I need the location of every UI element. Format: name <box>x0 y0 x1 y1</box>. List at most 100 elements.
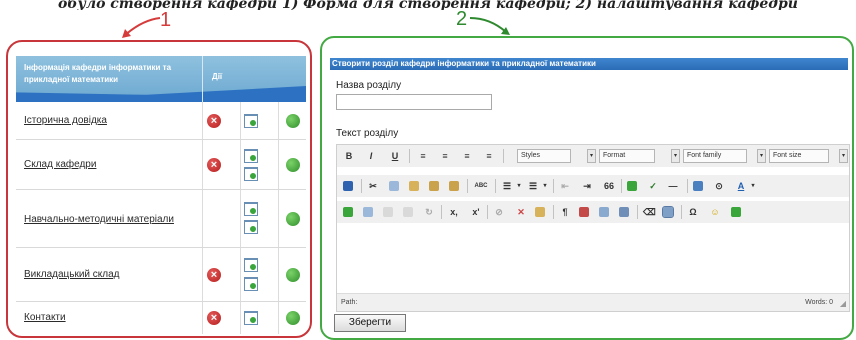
toolbar-row-2: ✂ ABC ☰ ▾ ☰ ▾ ⇤ ⇥ 66 ✓ — ⊙ A ▾ <box>337 175 849 197</box>
table-row: Викладацький склад × <box>16 248 306 302</box>
text-color-dropdown-icon[interactable]: ▾ <box>747 180 759 192</box>
strike-icon[interactable]: ✕ <box>515 206 527 218</box>
superscript-button[interactable]: x' <box>469 206 483 218</box>
text-color-button[interactable]: A <box>735 180 747 192</box>
insert-pdf-icon[interactable] <box>579 207 589 217</box>
section-link[interactable]: Контакти <box>24 312 66 323</box>
status-ok-icon[interactable] <box>286 114 300 128</box>
replace-icon[interactable]: ↻ <box>423 206 435 218</box>
delete-icon[interactable]: × <box>207 158 221 172</box>
special-char-button[interactable]: Ω <box>687 206 699 218</box>
status-ok-icon[interactable] <box>286 311 300 325</box>
align-justify-icon[interactable]: ≡ <box>483 150 495 162</box>
numbered-list-dropdown-icon[interactable]: ▾ <box>539 180 551 192</box>
font-family-select[interactable]: Font family <box>683 149 747 163</box>
department-info-panel: Інформація кафедри інформатики та прикла… <box>6 40 312 338</box>
save-button[interactable]: Зберегти <box>334 314 406 332</box>
clean-up-icon[interactable]: ⊙ <box>713 180 725 192</box>
insert-image-icon[interactable] <box>693 181 703 191</box>
section-name-input[interactable] <box>336 94 492 110</box>
edit-page-icon[interactable] <box>244 277 258 291</box>
align-center-icon[interactable]: ≡ <box>439 150 451 162</box>
styles-dropdown-icon[interactable]: ▾ <box>587 149 596 163</box>
header-stripe <box>16 86 306 102</box>
format-select[interactable]: Format <box>599 149 655 163</box>
save-icon[interactable] <box>343 181 353 191</box>
edit-page-icon[interactable] <box>244 220 258 234</box>
table-row: Склад кафедри × <box>16 140 306 190</box>
fullscreen-icon[interactable] <box>662 206 674 218</box>
delete-icon[interactable]: × <box>207 268 221 282</box>
figure-caption: обуло створення кафедри 1) Форма для ств… <box>58 0 798 10</box>
status-ok-icon[interactable] <box>286 268 300 282</box>
font-size-select[interactable]: Font size <box>769 149 829 163</box>
outdent-icon[interactable]: ⇤ <box>559 180 571 192</box>
bold-button[interactable]: B <box>343 150 355 162</box>
header-divider <box>202 56 203 102</box>
underline-button[interactable]: U <box>389 150 401 162</box>
status-ok-icon[interactable] <box>286 158 300 172</box>
select-all-icon[interactable] <box>363 207 373 217</box>
bullet-list-icon[interactable]: ☰ <box>501 180 513 192</box>
delete-icon[interactable]: × <box>207 114 221 128</box>
edit-page-icon[interactable] <box>244 202 258 216</box>
editor-content-area[interactable] <box>337 229 849 293</box>
edit-page-icon[interactable] <box>244 149 258 163</box>
section-link[interactable]: Склад кафедри <box>24 159 96 170</box>
cut-icon[interactable]: ✂ <box>367 180 379 192</box>
edit-page-icon[interactable] <box>244 311 258 325</box>
rich-text-editor: B I U ≡ ≡ ≡ ≡ Styles ▾ Format ▾ Font fam… <box>336 144 850 312</box>
table-header-actions: Дії <box>212 72 223 81</box>
table-header-title: Інформація кафедри інформатики та прикла… <box>24 63 172 84</box>
editor-status-bar: Path: Words: 0 ◢ <box>337 293 849 311</box>
horizontal-rule-icon[interactable]: — <box>667 180 679 192</box>
edit-page-icon[interactable] <box>244 114 258 128</box>
name-label: Назва розділу <box>336 80 402 91</box>
edit-page-icon[interactable] <box>244 167 258 181</box>
section-link[interactable]: Навчально-методичні матеріали <box>24 214 174 225</box>
undo-icon[interactable] <box>383 207 393 217</box>
paste-word-icon[interactable] <box>449 181 459 191</box>
table-row: Історична довідка × <box>16 102 306 140</box>
insert-media-icon[interactable] <box>619 207 629 217</box>
format-dropdown-icon[interactable]: ▾ <box>671 149 680 163</box>
copy-icon[interactable] <box>389 181 399 191</box>
status-ok-icon[interactable] <box>286 212 300 226</box>
font-family-dropdown-icon[interactable]: ▾ <box>757 149 766 163</box>
align-right-icon[interactable]: ≡ <box>461 150 473 162</box>
subscript-button[interactable]: x, <box>447 206 461 218</box>
table-row: Контакти × <box>16 302 306 334</box>
show-blocks-button[interactable]: ¶ <box>559 206 571 218</box>
insert-template-icon[interactable] <box>535 207 545 217</box>
page-break-icon[interactable] <box>731 207 741 217</box>
section-link[interactable]: Історична довідка <box>24 115 107 126</box>
eraser-icon[interactable]: ⌫ <box>643 206 656 218</box>
delete-icon[interactable]: × <box>207 311 221 325</box>
font-size-dropdown-icon[interactable]: ▾ <box>839 149 848 163</box>
find-icon[interactable] <box>343 207 353 217</box>
numbered-list-icon[interactable]: ☰ <box>527 180 539 192</box>
callout-2-arrow <box>469 17 510 35</box>
align-left-icon[interactable]: ≡ <box>417 150 429 162</box>
insert-table-icon[interactable] <box>599 207 609 217</box>
unlink-icon[interactable]: ✓ <box>647 180 659 192</box>
redo-icon[interactable] <box>403 207 413 217</box>
paste-icon[interactable] <box>409 181 419 191</box>
styles-select[interactable]: Styles <box>517 149 571 163</box>
paste-text-icon[interactable] <box>429 181 439 191</box>
resize-grip-icon[interactable]: ◢ <box>840 299 846 308</box>
bullet-list-dropdown-icon[interactable]: ▾ <box>513 180 525 192</box>
section-link[interactable]: Викладацький склад <box>24 269 120 280</box>
edit-page-icon[interactable] <box>244 258 258 272</box>
remove-format-icon[interactable]: ⊘ <box>493 206 505 218</box>
table-header: Інформація кафедри інформатики та прикла… <box>16 56 306 102</box>
blockquote-button[interactable]: 66 <box>603 180 615 192</box>
italic-button[interactable]: I <box>365 150 377 162</box>
insert-link-icon[interactable] <box>627 181 637 191</box>
spellcheck-button[interactable]: ABC <box>473 180 489 192</box>
indent-icon[interactable]: ⇥ <box>581 180 593 192</box>
word-count: Words: 0 <box>805 299 833 306</box>
callout-2: 2 <box>456 8 468 30</box>
emoticon-icon[interactable]: ☺ <box>709 206 721 218</box>
form-title: Створити розділ кафедри інформатики та п… <box>330 58 848 70</box>
